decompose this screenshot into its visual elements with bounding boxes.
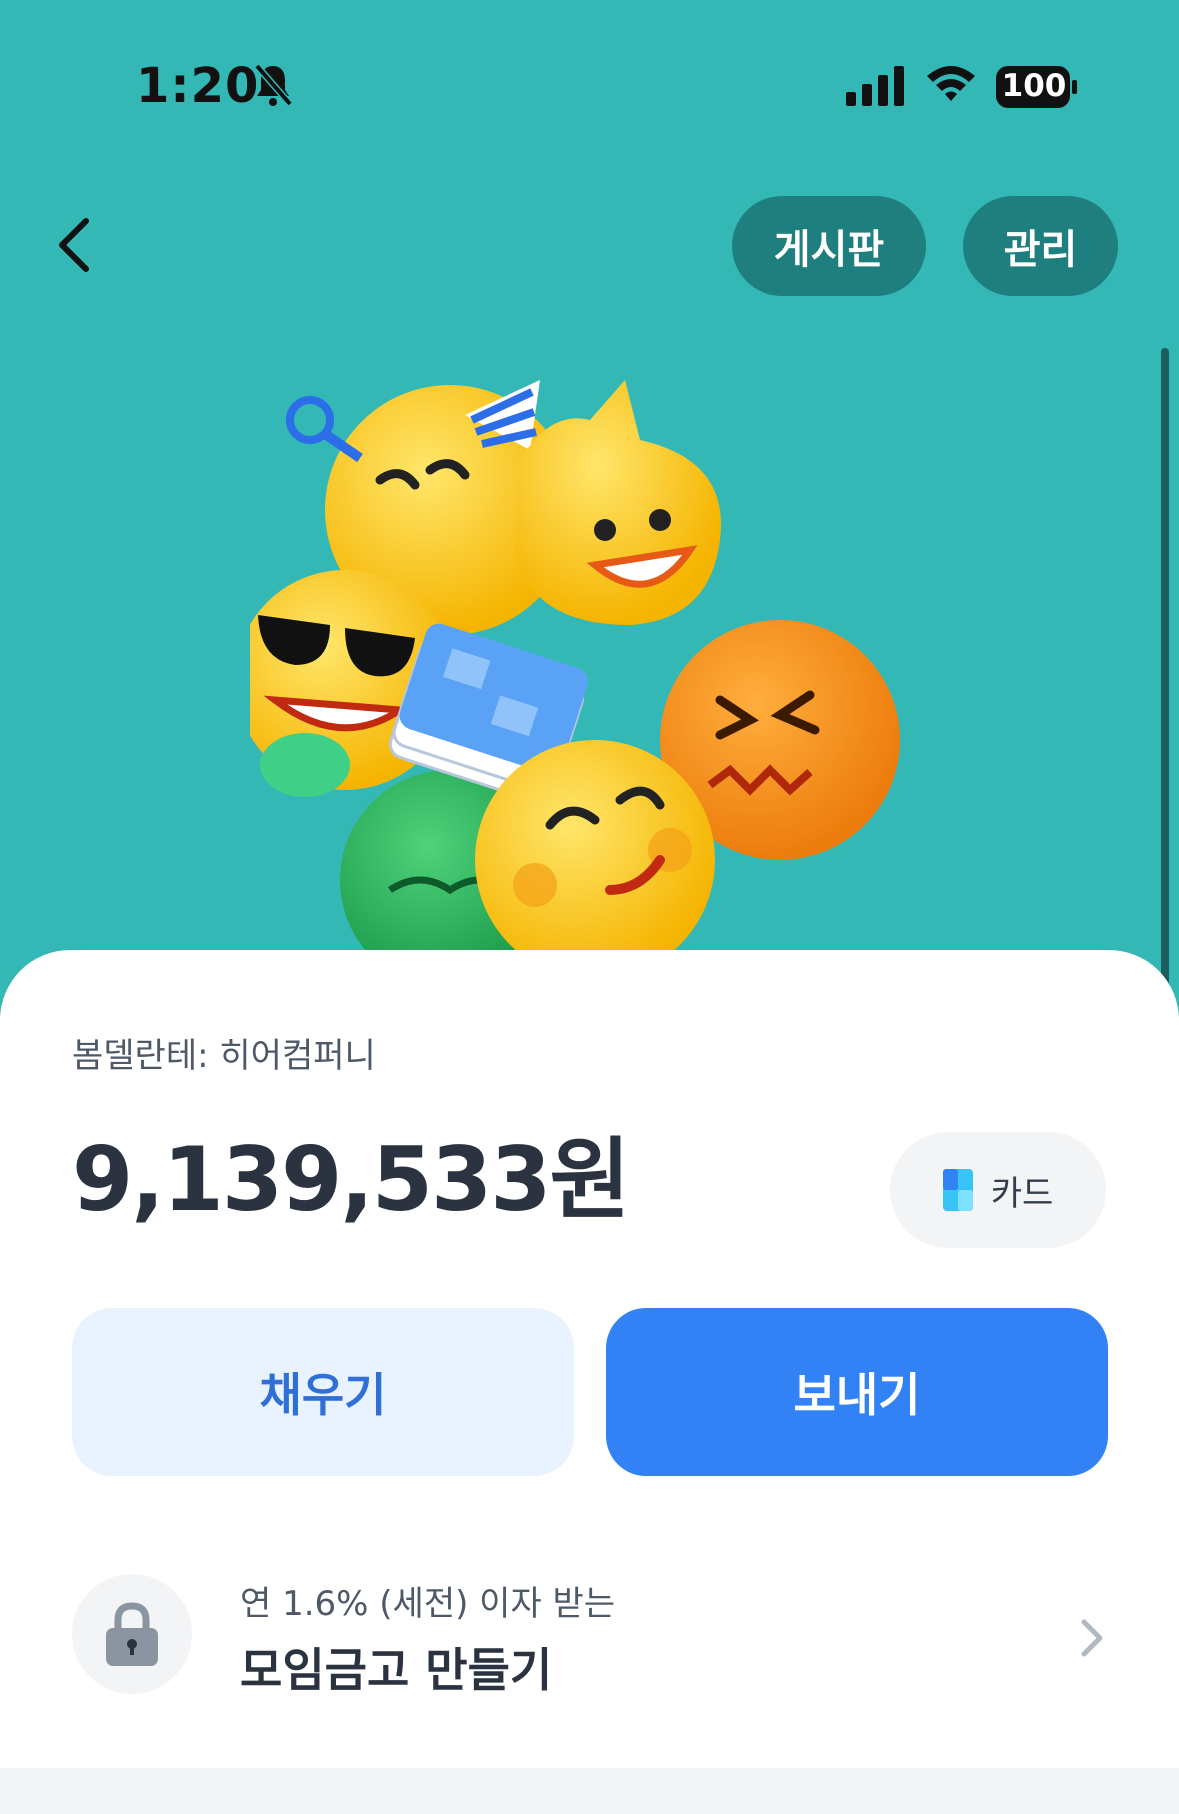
fill-button[interactable]: 채우기 xyxy=(72,1308,574,1476)
lock-icon xyxy=(106,1602,158,1666)
manage-button[interactable]: 관리 xyxy=(963,196,1118,296)
account-sheet: 봄델란테: 히어컴퍼니 9,139,533원 카드 채우기 보내기 연 1.6%… xyxy=(0,950,1179,1814)
card-label: 카드 xyxy=(990,1173,1054,1214)
board-button[interactable]: 게시판 xyxy=(732,196,926,296)
status-time: 1:20 xyxy=(136,58,260,114)
signal-icon xyxy=(846,66,904,106)
send-button[interactable]: 보내기 xyxy=(606,1308,1108,1476)
status-bar: 1:20 100 xyxy=(0,0,1179,175)
account-balance: 9,139,533원 xyxy=(72,1128,630,1231)
battery-level: 100 xyxy=(1001,68,1067,104)
wifi-icon xyxy=(927,66,975,101)
account-name: 봄델란테: 히어컴퍼니 xyxy=(72,1036,376,1076)
bell-slash-icon xyxy=(254,63,293,107)
chevron-left-icon xyxy=(59,218,89,272)
section-divider xyxy=(0,1768,1179,1814)
savings-title: 모임금고 만들기 xyxy=(240,1643,553,1697)
lock-icon-container xyxy=(72,1574,192,1694)
chevron-right-icon xyxy=(1081,1619,1103,1657)
savings-subtitle: 연 1.6% (세전) 이자 받는 xyxy=(240,1584,616,1624)
emoji-group-illustration xyxy=(250,380,900,960)
savings-create-row[interactable]: 연 1.6% (세전) 이자 받는 모임금고 만들기 xyxy=(0,1560,1179,1700)
card-icon xyxy=(942,1169,973,1211)
back-button[interactable] xyxy=(44,210,104,280)
card-button[interactable]: 카드 xyxy=(890,1132,1106,1248)
